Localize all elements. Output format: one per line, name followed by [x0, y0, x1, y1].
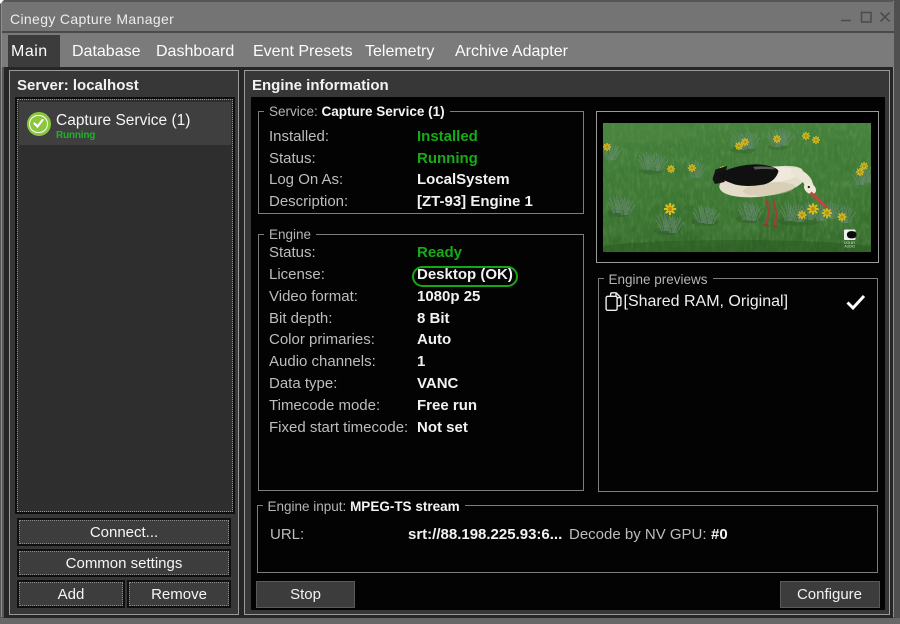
svg-text:AUDIO: AUDIO — [844, 245, 855, 249]
